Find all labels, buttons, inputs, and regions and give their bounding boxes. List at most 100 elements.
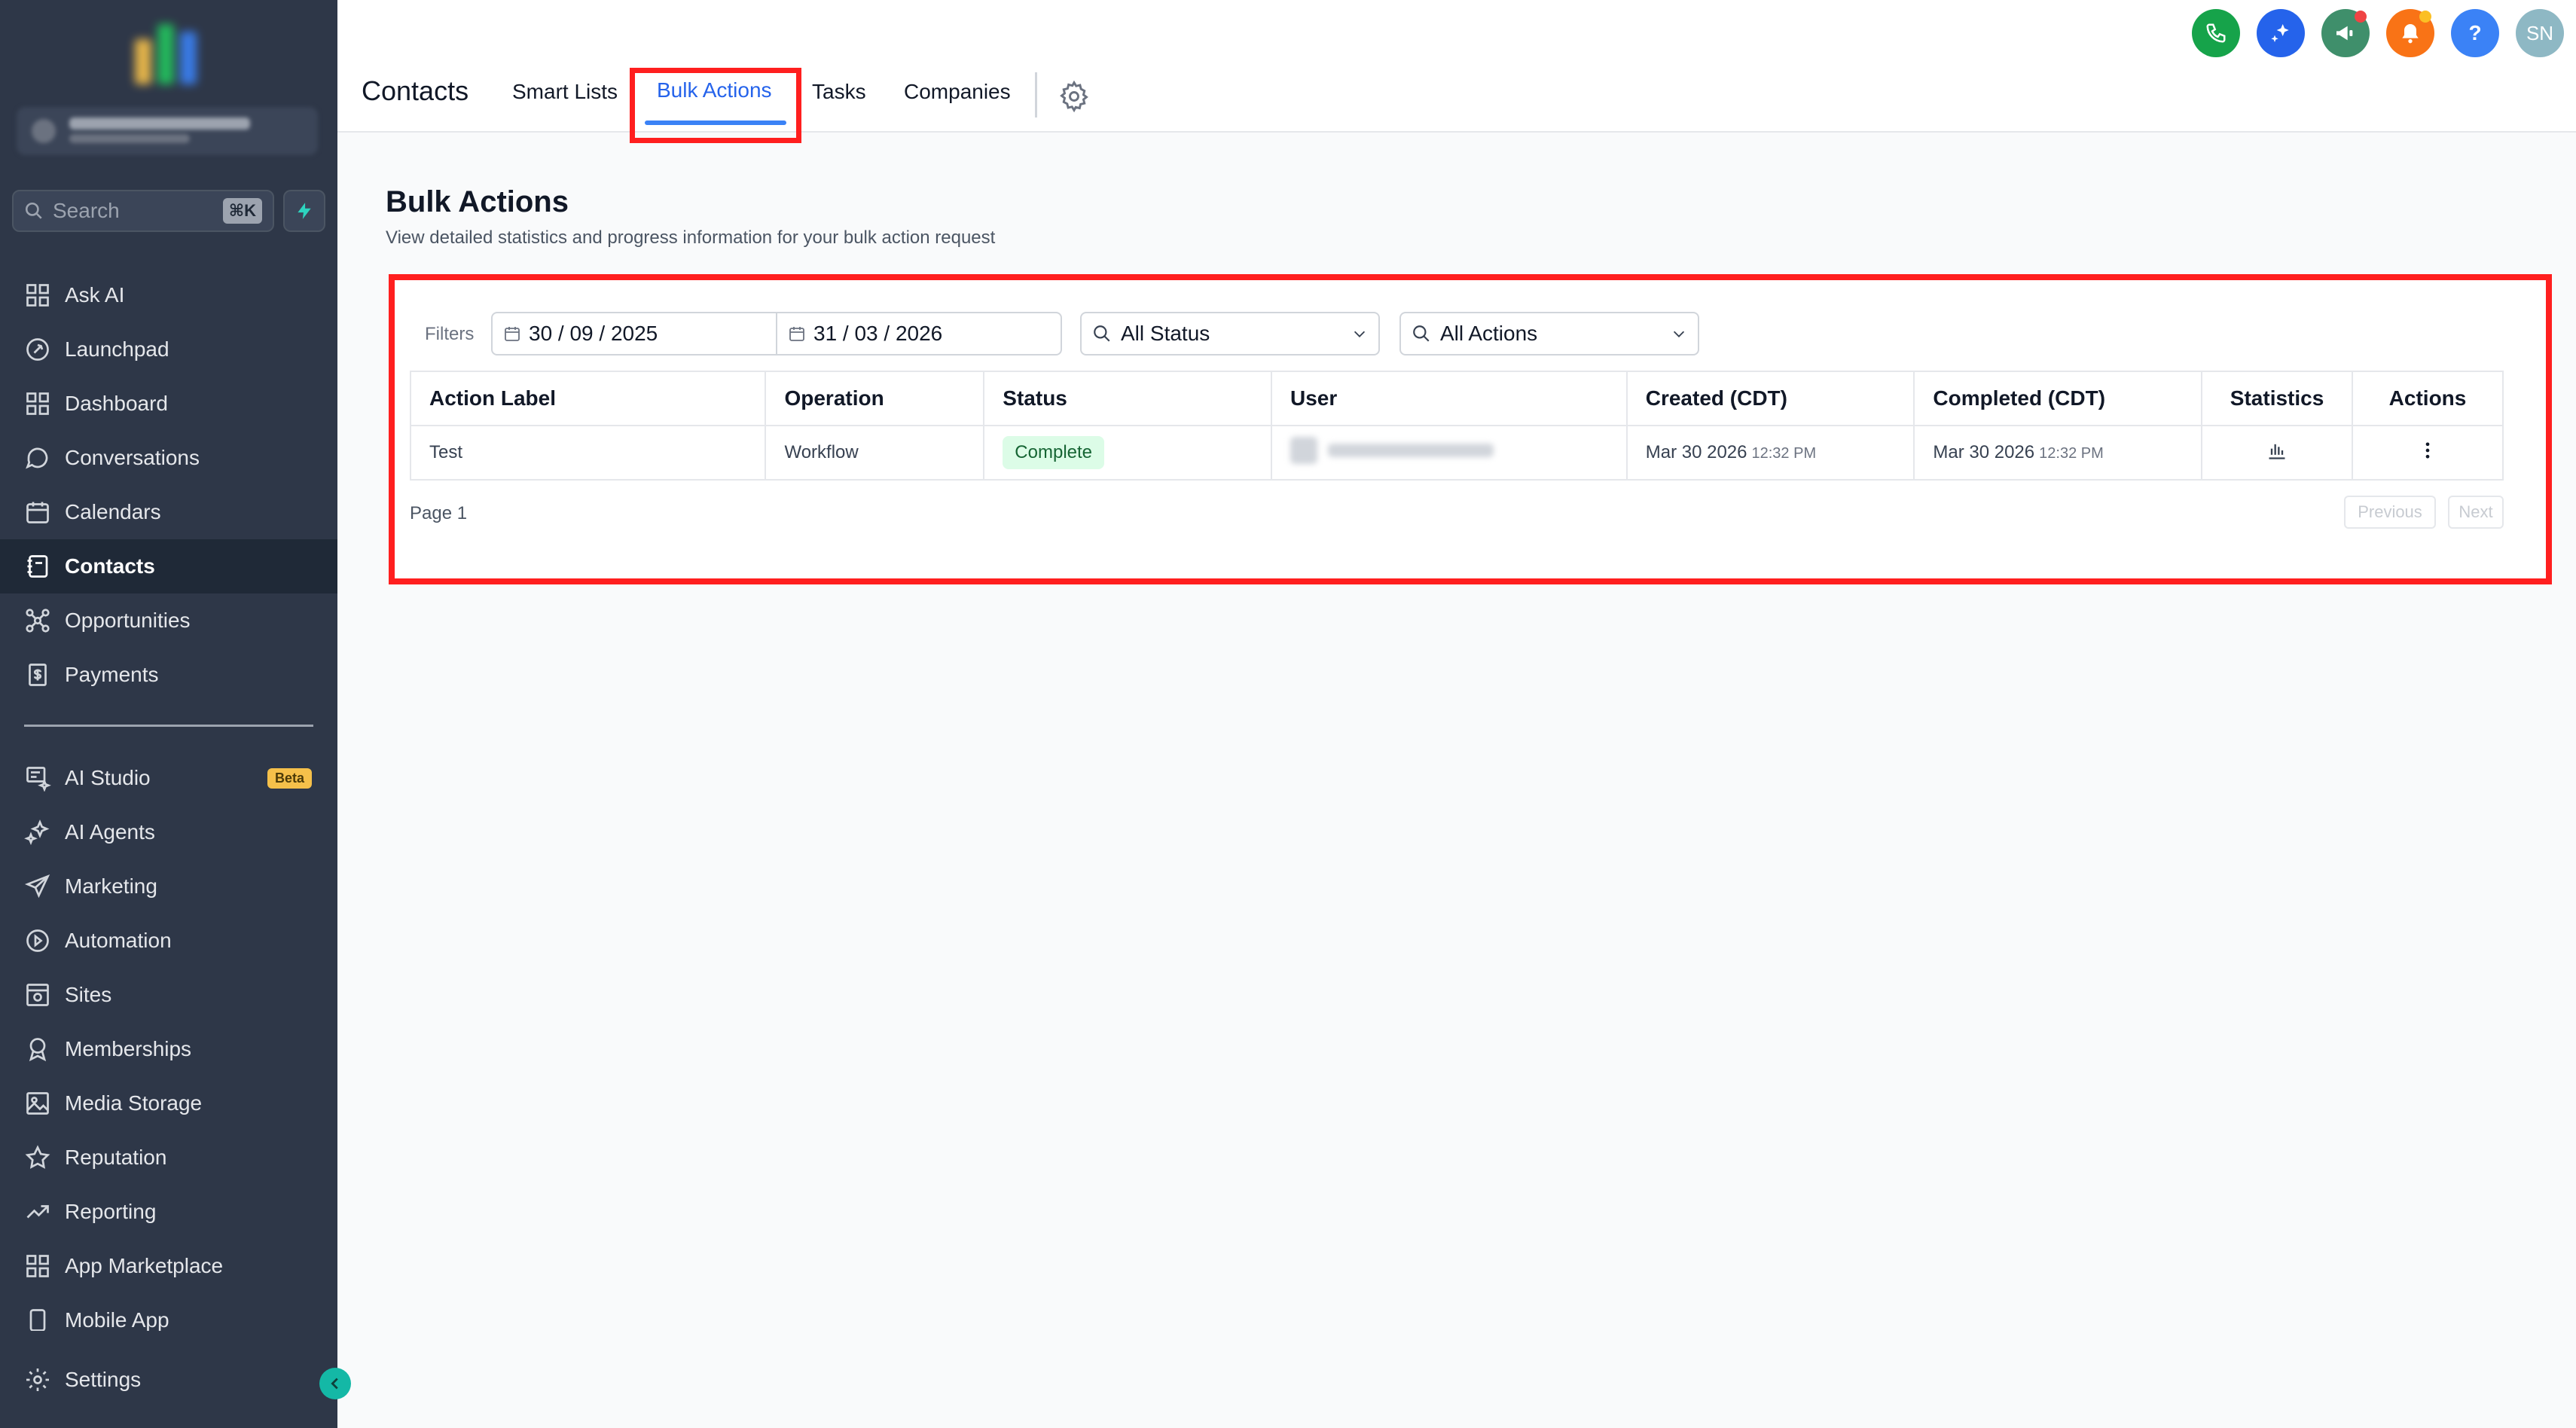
sidebar-item-opportunities[interactable]: Opportunities: [0, 593, 337, 648]
bar-chart-icon[interactable]: [2266, 440, 2288, 461]
ai-assistant-button[interactable]: [2257, 9, 2305, 57]
phone-button[interactable]: [2192, 9, 2240, 57]
notifications-button[interactable]: [2386, 9, 2434, 57]
user-cell: [1270, 425, 1628, 481]
sidebar-item-label: Reputation: [65, 1146, 167, 1169]
sidebar-item-mobile-app[interactable]: Mobile App: [0, 1293, 337, 1331]
sites-icon: [26, 984, 49, 1006]
sidebar-item-conversations[interactable]: Conversations: [0, 431, 337, 485]
sidebar-item-payments[interactable]: Payments: [0, 648, 337, 702]
user-avatar[interactable]: SN: [2516, 9, 2564, 57]
end-date-input[interactable]: 31 / 03 / 2026: [776, 312, 1062, 355]
start-date-value: 30 / 09 / 2025: [529, 322, 658, 345]
sidebar-item-label: Mobile App: [65, 1308, 169, 1331]
filters-label: Filters: [425, 324, 475, 344]
sidebar-item-ai-agents[interactable]: AI Agents: [0, 805, 337, 859]
sidebar-item-label: Ask AI: [65, 283, 125, 307]
star-icon: [25, 1145, 50, 1169]
column-header: Statistics: [2201, 371, 2354, 426]
sidebar-item-launchpad[interactable]: Launchpad: [0, 322, 337, 377]
sidebar-item-contacts[interactable]: Contacts: [0, 539, 337, 593]
bell-icon: [2402, 24, 2419, 44]
account-switcher[interactable]: [17, 107, 318, 155]
end-date-value: 31 / 03 / 2026: [813, 322, 943, 345]
image-icon: [26, 1092, 49, 1115]
sidebar-search[interactable]: Search ⌘K: [12, 190, 274, 232]
sidebar-item-media-storage[interactable]: Media Storage: [0, 1076, 337, 1130]
company-logo[interactable]: [128, 17, 203, 84]
column-header: User: [1270, 371, 1628, 426]
sidebar-item-app-marketplace[interactable]: App Marketplace: [0, 1239, 337, 1293]
tab-tasks[interactable]: Tasks: [812, 80, 866, 104]
ai-studio-icon: [26, 767, 51, 792]
statistics-cell: [2201, 425, 2354, 481]
help-button[interactable]: ?: [2451, 9, 2499, 57]
next-page-button[interactable]: Next: [2448, 496, 2504, 529]
table-row[interactable]: Test Workflow Complete Mar 30 2026 12:32 …: [409, 425, 2504, 481]
sidebar-item-ask-ai[interactable]: Ask AI: [0, 268, 337, 322]
sidebar: Search ⌘K Ask AI Launchpad Dashboard Con…: [0, 0, 337, 1428]
search-shortcut-badge: ⌘K: [222, 198, 262, 224]
notification-dot: [2419, 11, 2431, 23]
network-icon: [26, 609, 50, 633]
gear-icon[interactable]: [1058, 80, 1091, 113]
sidebar-item-dashboard[interactable]: Dashboard: [0, 377, 337, 431]
avatar: [1290, 436, 1317, 464]
page-subtitle: View detailed statistics and progress in…: [386, 227, 996, 248]
tab-smart-lists[interactable]: Smart Lists: [512, 80, 618, 104]
start-date-input[interactable]: 30 / 09 / 2025: [491, 312, 777, 355]
sidebar-item-marketing[interactable]: Marketing: [0, 859, 337, 914]
status-filter-select[interactable]: All Status: [1080, 312, 1380, 355]
column-header: Operation: [765, 371, 985, 426]
status-filter-value: All Status: [1121, 322, 1210, 345]
completed-date: Mar 30 2026: [1933, 442, 2035, 462]
sparkle-icon: [2271, 24, 2289, 42]
sidebar-item-label: Sites: [65, 983, 112, 1006]
page-indicator: Page 1: [410, 503, 468, 523]
page-title: Bulk Actions: [386, 185, 569, 218]
sidebar-item-sites[interactable]: Sites: [0, 968, 337, 1022]
sidebar-item-label: Reporting: [65, 1200, 157, 1223]
sidebar-item-label: Launchpad: [65, 337, 169, 361]
notification-dot: [2355, 11, 2367, 23]
sidebar-item-calendars[interactable]: Calendars: [0, 485, 337, 539]
tab-separator: [1035, 72, 1037, 117]
sidebar-item-automation[interactable]: Automation: [0, 914, 337, 968]
calendar-icon: [505, 327, 520, 341]
grid-icon: [26, 284, 49, 307]
quick-actions-button[interactable]: [283, 190, 325, 232]
created-date: Mar 30 2026: [1645, 442, 1747, 462]
page-section-title: Contacts: [362, 75, 469, 106]
sidebar-nav-secondary: AI Studio Beta AI Agents Marketing Autom…: [0, 751, 337, 1331]
contacts-icon: [27, 555, 48, 578]
more-vertical-icon[interactable]: [2417, 440, 2438, 461]
sparkle-icon: [24, 819, 50, 846]
badge-icon: [29, 1038, 47, 1062]
collapse-sidebar-button[interactable]: [319, 1368, 351, 1399]
automation-icon: [26, 929, 49, 952]
tab-companies[interactable]: Companies: [904, 80, 1011, 104]
sidebar-item-ai-studio[interactable]: AI Studio Beta: [0, 751, 337, 805]
help-icon: ?: [2468, 21, 2482, 44]
sidebar-item-settings[interactable]: Settings: [0, 1353, 337, 1407]
top-header: Contacts Smart Lists Bulk Actions Tasks …: [337, 0, 2576, 143]
sidebar-item-reporting[interactable]: Reporting: [0, 1185, 337, 1239]
calendar-icon: [789, 327, 804, 341]
header-action-icons: ? SN: [2192, 9, 2564, 57]
created-time: 12:32 PM: [1751, 445, 1817, 462]
sidebar-item-label: Contacts: [65, 554, 155, 578]
sidebar-item-label: Conversations: [65, 446, 200, 469]
search-icon: [1413, 325, 1430, 342]
sidebar-item-label: Opportunities: [65, 609, 191, 632]
previous-page-button[interactable]: Previous: [2344, 496, 2436, 529]
sidebar-item-memberships[interactable]: Memberships: [0, 1022, 337, 1076]
tab-highlight-annotation: [630, 68, 801, 143]
sidebar-item-reputation[interactable]: Reputation: [0, 1130, 337, 1185]
column-header: Status: [983, 371, 1272, 426]
completed-time: 12:32 PM: [2039, 445, 2104, 462]
actions-filter-select[interactable]: All Actions: [1399, 312, 1699, 355]
payment-icon: [29, 664, 47, 686]
sidebar-item-label: Media Storage: [65, 1091, 203, 1115]
grid-icon: [26, 392, 49, 415]
announcements-button[interactable]: [2321, 9, 2370, 57]
